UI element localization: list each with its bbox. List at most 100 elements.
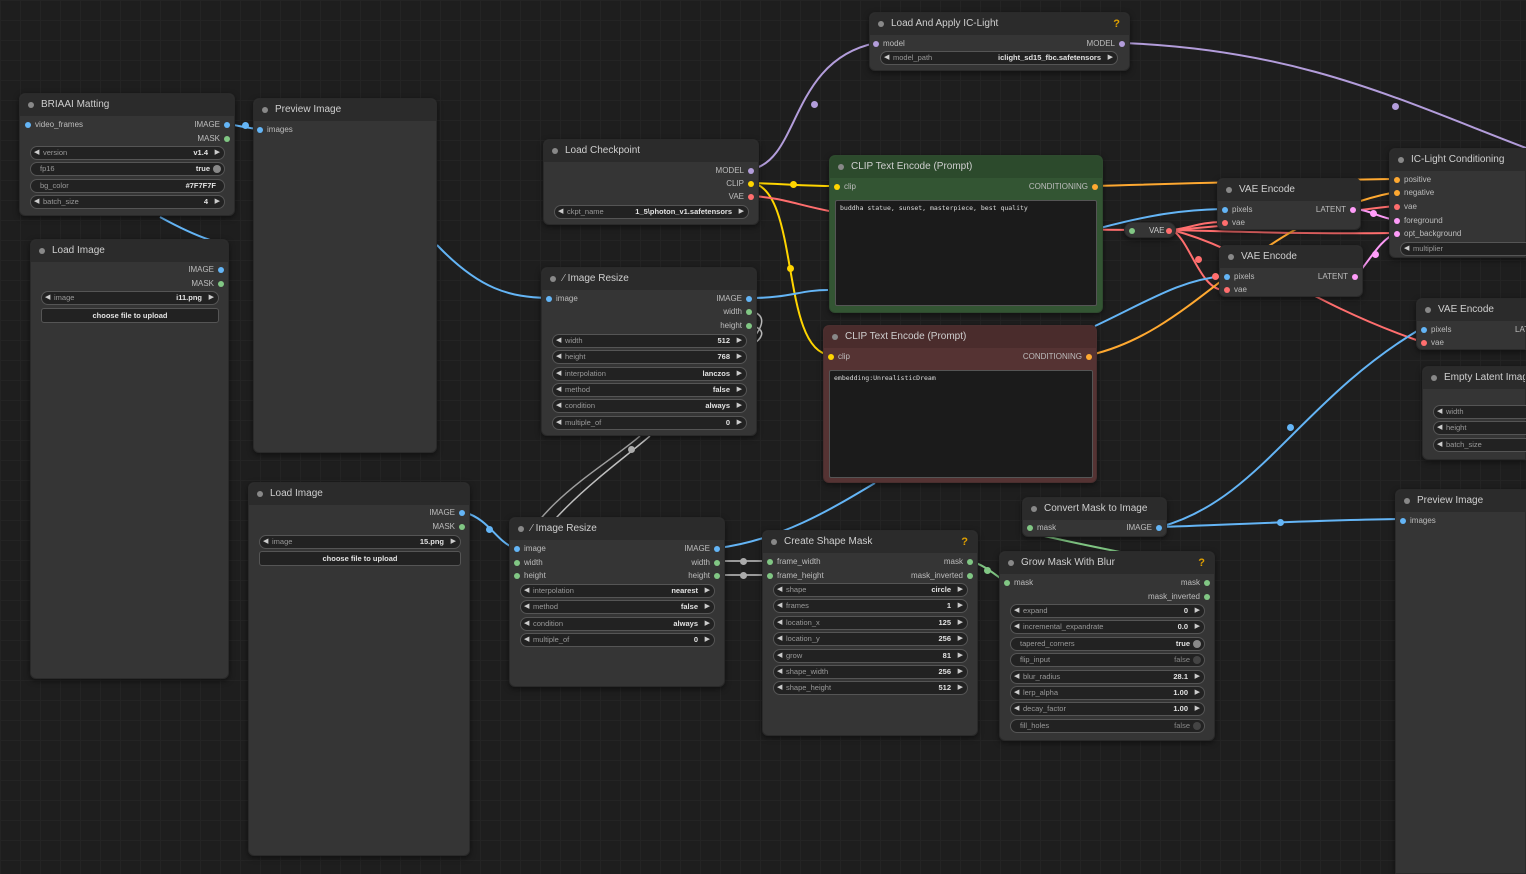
widget-incremental-expandrate[interactable]: ◀ incremental_expandrate 0.0 ▶ [1010,620,1205,634]
node-vae-encode-3[interactable]: VAE Encode pixels vae LAT [1416,298,1526,350]
slot-connector-icon[interactable] [514,573,520,579]
input-vae[interactable]: vae [1222,217,1245,229]
input-image[interactable]: image [546,293,578,305]
input-frame-width[interactable]: frame_width [767,556,821,568]
arrow-left-icon[interactable]: ◀ [1014,605,1019,617]
widget-location-x[interactable]: ◀ location_x 125 ▶ [773,616,968,630]
link-midpoint-dot[interactable] [984,567,991,574]
node-preview-image-1[interactable]: Preview Image images [253,98,437,453]
widget-image[interactable]: ◀ image i11.png ▶ [41,291,219,305]
link-midpoint-dot[interactable] [787,265,794,272]
link-midpoint-dot[interactable] [811,101,818,108]
output-mask[interactable]: mask [1181,577,1210,589]
node-title[interactable]: Load Checkpoint [544,140,758,162]
output-latent[interactable]: LAT [1515,324,1526,336]
collapse-dot-icon[interactable] [832,334,838,340]
widget-interpolation[interactable]: ◀ interpolation nearest ▶ [520,584,715,598]
widget-shape[interactable]: ◀ shape circle ▶ [773,583,968,597]
widget-multiplier[interactable]: ◀ multiplier [1400,242,1526,256]
slot-connector-icon[interactable] [873,41,879,47]
output-image[interactable]: IMAGE [188,264,224,276]
arrow-right-icon[interactable]: ▶ [1195,687,1200,699]
arrow-right-icon[interactable]: ▶ [737,351,742,363]
node-briaai-matting[interactable]: BRIAAI Matting video_frames IMAGE MASK ◀… [19,93,235,216]
arrow-right-icon[interactable]: ▶ [705,601,710,613]
node-title[interactable]: Preview Image [1396,490,1525,512]
slot-connector-icon[interactable] [546,296,552,302]
widget-fill-holes[interactable]: fill_holes false [1010,719,1205,733]
slot-connector-icon[interactable] [1222,207,1228,213]
arrow-right-icon[interactable]: ▶ [958,650,963,662]
slot-connector-icon[interactable] [224,136,230,142]
arrow-right-icon[interactable]: ▶ [209,292,214,304]
output-image[interactable]: IMAGE [716,293,752,305]
arrow-right-icon[interactable]: ▶ [215,147,220,159]
link-midpoint-dot[interactable] [1392,103,1399,110]
arrow-left-icon[interactable]: ◀ [556,368,561,380]
node-image-resize-2[interactable]: ⁄ Image Resize image width height IMAGE w… [509,517,725,687]
widget-tapered-corners[interactable]: tapered_corners true [1010,637,1205,651]
output-model[interactable]: MODEL [716,165,754,177]
arrow-right-icon[interactable]: ▶ [1108,52,1113,64]
help-icon[interactable]: ? [961,531,968,553]
link-midpoint-dot[interactable] [486,526,493,533]
collapse-dot-icon[interactable] [39,248,45,254]
collapse-dot-icon[interactable] [1008,560,1014,566]
collapse-dot-icon[interactable] [28,102,34,108]
slot-connector-icon[interactable] [224,122,230,128]
arrow-left-icon[interactable]: ◀ [777,682,782,694]
widget-width[interactable]: ◀ width 512 ▶ [552,334,747,348]
slot-connector-icon[interactable] [1156,525,1162,531]
input-clip[interactable]: clip [828,351,850,363]
node-title[interactable]: Empty Latent Image [1423,367,1525,389]
toggle-knob-icon[interactable] [213,165,221,173]
arrow-right-icon[interactable]: ▶ [705,585,710,597]
collapse-dot-icon[interactable] [257,491,263,497]
node-load-image-1[interactable]: Load Image IMAGE MASK ◀ image i11.png ▶ cho… [30,239,229,679]
arrow-right-icon[interactable]: ▶ [739,206,744,218]
arrow-right-icon[interactable]: ▶ [1195,703,1200,715]
slot-connector-icon[interactable] [1394,204,1400,210]
node-title[interactable]: ⁄ Image Resize [542,268,756,290]
output-conditioning[interactable]: CONDITIONING [1029,181,1098,193]
input-width[interactable]: width [514,557,543,569]
slot-connector-icon[interactable] [1421,327,1427,333]
node-title[interactable]: Load Image [31,240,228,262]
slot-connector-icon[interactable] [1086,354,1092,360]
prompt-textarea[interactable]: embedding:UnrealisticDream [829,370,1093,478]
slot-connector-icon[interactable] [1204,580,1210,586]
slot-connector-icon[interactable] [1352,274,1358,280]
slot-connector-icon[interactable] [767,559,773,565]
slot-connector-icon[interactable] [748,194,754,200]
input-opt-background[interactable]: opt_background [1394,228,1461,240]
widget-grow[interactable]: ◀ grow 81 ▶ [773,649,968,663]
slot-connector-icon[interactable] [748,181,754,187]
prompt-textarea[interactable]: buddha statue, sunset, masterpiece, best… [835,200,1097,306]
arrow-right-icon[interactable]: ▶ [1195,605,1200,617]
collapse-dot-icon[interactable] [1226,187,1232,193]
arrow-right-icon[interactable]: ▶ [737,368,742,380]
collapse-dot-icon[interactable] [518,526,524,532]
arrow-left-icon[interactable]: ◀ [1437,422,1442,434]
slot-connector-icon[interactable] [218,281,224,287]
slot-connector-icon[interactable] [1119,41,1125,47]
node-image-resize-1[interactable]: ⁄ Image Resize image IMAGE width height ◀… [541,267,757,436]
output-image[interactable]: IMAGE [1126,522,1162,534]
slot-connector-icon[interactable] [1400,518,1406,524]
toggle-knob-icon[interactable] [1193,722,1201,730]
node-title[interactable]: Load Image [249,483,469,505]
collapse-dot-icon[interactable] [1228,254,1234,260]
link-midpoint-dot[interactable] [1212,273,1219,280]
input-foreground[interactable]: foreground [1394,215,1443,227]
arrow-left-icon[interactable]: ◀ [777,617,782,629]
slot-connector-icon[interactable] [514,560,520,566]
widget-shape-width[interactable]: ◀ shape_width 256 ▶ [773,665,968,679]
collapse-dot-icon[interactable] [1431,375,1437,381]
arrow-right-icon[interactable]: ▶ [958,617,963,629]
collapse-dot-icon[interactable] [262,107,268,113]
toggle-knob-icon[interactable] [1193,656,1201,664]
arrow-right-icon[interactable]: ▶ [958,682,963,694]
node-title[interactable]: CLIP Text Encode (Prompt) [824,326,1096,348]
arrow-right-icon[interactable]: ▶ [705,618,710,630]
slot-connector-icon[interactable] [514,546,520,552]
